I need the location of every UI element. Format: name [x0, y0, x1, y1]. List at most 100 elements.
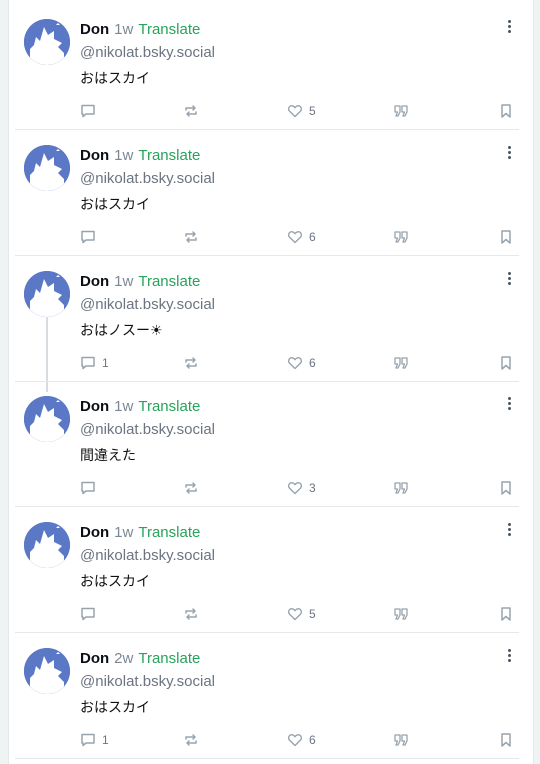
quote-button[interactable] — [393, 479, 409, 497]
repost-icon — [185, 734, 197, 746]
bookmark-icon — [501, 733, 511, 747]
avatar[interactable] — [24, 145, 70, 191]
reply-button[interactable] — [80, 102, 102, 120]
bookmark-button[interactable] — [498, 102, 514, 120]
bookmark-button[interactable] — [498, 605, 514, 623]
author-name[interactable]: Don — [80, 21, 109, 38]
like-button[interactable]: 5 — [287, 102, 316, 120]
reply-button[interactable] — [80, 228, 102, 246]
repost-icon — [185, 482, 197, 494]
post-time[interactable]: 1w — [114, 21, 133, 38]
reply-button[interactable]: 1 — [80, 354, 109, 372]
avatar[interactable] — [24, 396, 70, 442]
comment-icon — [81, 733, 95, 747]
bookmark-icon — [501, 607, 511, 621]
post-item[interactable]: Don 1w Translate @nikolat.bsky.social おはノス… — [9, 256, 533, 382]
post-text: おはスカイ — [80, 699, 150, 715]
post-time[interactable]: 1w — [114, 273, 133, 290]
reply-button[interactable]: 1 — [80, 731, 109, 749]
quote-button[interactable] — [393, 731, 409, 749]
author-handle[interactable]: @nikolat.bsky.social — [80, 547, 215, 564]
quote-icon — [394, 105, 408, 117]
avatar[interactable] — [24, 271, 70, 317]
post-header: Don 1w Translate — [80, 398, 200, 415]
repost-button[interactable] — [183, 228, 199, 246]
comment-icon — [81, 481, 95, 495]
repost-button[interactable] — [183, 479, 199, 497]
quote-button[interactable] — [393, 605, 409, 623]
translate-link[interactable]: Translate — [138, 524, 200, 541]
avatar[interactable] — [24, 522, 70, 568]
more-vertical-icon[interactable] — [503, 395, 515, 411]
shark-avatar-icon — [24, 19, 70, 65]
post-item[interactable]: Don 1w Translate @nikolat.bsky.social おはスカ… — [9, 130, 533, 256]
heart-icon — [287, 357, 303, 370]
translate-link[interactable]: Translate — [138, 21, 200, 38]
post-actions: 1 6 — [80, 731, 520, 749]
bookmark-button[interactable] — [498, 479, 514, 497]
heart-icon — [287, 105, 303, 118]
bookmark-button[interactable] — [498, 228, 514, 246]
post-time[interactable]: 1w — [114, 147, 133, 164]
reply-button[interactable] — [80, 605, 102, 623]
post-time[interactable]: 1w — [114, 398, 133, 415]
post-item[interactable]: Don 1w Translate @nikolat.bsky.social おはスカ… — [9, 4, 533, 130]
repost-button[interactable] — [183, 102, 199, 120]
quote-button[interactable] — [393, 228, 409, 246]
like-count: 6 — [309, 733, 316, 747]
post-text: おはスカイ — [80, 573, 150, 589]
reply-count: 1 — [102, 356, 109, 370]
author-name[interactable]: Don — [80, 147, 109, 164]
like-button[interactable]: 6 — [287, 228, 316, 246]
post-actions: 5 — [80, 605, 520, 623]
like-button[interactable]: 6 — [287, 731, 316, 749]
repost-button[interactable] — [183, 354, 199, 372]
translate-link[interactable]: Translate — [138, 650, 200, 667]
post-item[interactable]: Don 1w Translate @nikolat.bsky.social おはスカ… — [9, 507, 533, 633]
author-name[interactable]: Don — [80, 524, 109, 541]
reply-button[interactable] — [80, 479, 102, 497]
quote-button[interactable] — [393, 102, 409, 120]
shark-avatar-icon — [24, 522, 70, 568]
repost-button[interactable] — [183, 731, 199, 749]
quote-icon — [394, 357, 408, 369]
post-header: Don 2w Translate — [80, 650, 200, 667]
like-count: 6 — [309, 356, 316, 370]
post-time[interactable]: 2w — [114, 650, 133, 667]
like-button[interactable]: 6 — [287, 354, 316, 372]
post-item[interactable]: Don 2w Translate @nikolat.bsky.social おはスカ… — [9, 633, 533, 759]
post-text: おはノスー☀ — [80, 322, 163, 338]
author-name[interactable]: Don — [80, 273, 109, 290]
more-vertical-icon[interactable] — [503, 144, 515, 160]
bookmark-button[interactable] — [498, 731, 514, 749]
author-handle[interactable]: @nikolat.bsky.social — [80, 421, 215, 438]
bookmark-icon — [501, 104, 511, 118]
author-name[interactable]: Don — [80, 398, 109, 415]
more-vertical-icon[interactable] — [503, 270, 515, 286]
repost-icon — [185, 608, 197, 620]
translate-link[interactable]: Translate — [138, 147, 200, 164]
author-handle[interactable]: @nikolat.bsky.social — [80, 673, 215, 690]
post-time[interactable]: 1w — [114, 524, 133, 541]
comment-icon — [81, 104, 95, 118]
like-button[interactable]: 3 — [287, 479, 316, 497]
bookmark-button[interactable] — [498, 354, 514, 372]
more-vertical-icon[interactable] — [503, 18, 515, 34]
author-name[interactable]: Don — [80, 650, 109, 667]
author-handle[interactable]: @nikolat.bsky.social — [80, 170, 215, 187]
repost-button[interactable] — [183, 605, 199, 623]
post-text: おはスカイ — [80, 70, 150, 86]
translate-link[interactable]: Translate — [138, 273, 200, 290]
post-feed: Don 1w Translate @nikolat.bsky.social おはスカ… — [8, 0, 534, 764]
quote-icon — [394, 734, 408, 746]
like-button[interactable]: 5 — [287, 605, 316, 623]
more-vertical-icon[interactable] — [503, 521, 515, 537]
author-handle[interactable]: @nikolat.bsky.social — [80, 296, 215, 313]
quote-button[interactable] — [393, 354, 409, 372]
author-handle[interactable]: @nikolat.bsky.social — [80, 44, 215, 61]
translate-link[interactable]: Translate — [138, 398, 200, 415]
more-vertical-icon[interactable] — [503, 647, 515, 663]
avatar[interactable] — [24, 19, 70, 65]
avatar[interactable] — [24, 648, 70, 694]
post-item[interactable]: Don 1w Translate @nikolat.bsky.social 間違えた… — [9, 381, 533, 507]
